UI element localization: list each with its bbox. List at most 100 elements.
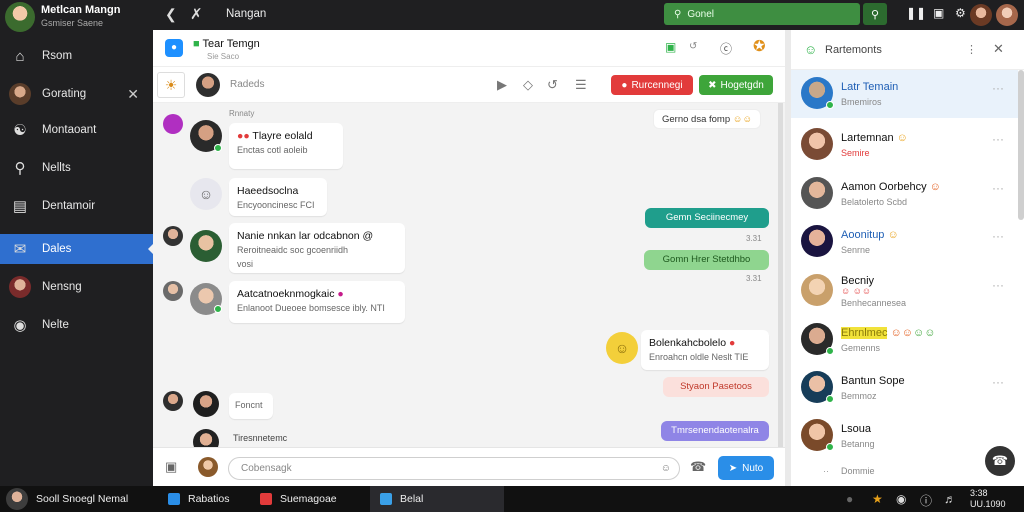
avatar bbox=[163, 391, 183, 411]
composer: ▣ Cobensagk ☺ ☎ ➤ Nuto bbox=[153, 447, 785, 486]
network-icon[interactable]: ◉ bbox=[896, 492, 906, 506]
attach-icon[interactable]: ▣ bbox=[165, 459, 177, 475]
pin-icon[interactable]: ↺ bbox=[689, 41, 697, 52]
clock[interactable]: 3:38 UU.1090 bbox=[970, 488, 1006, 510]
star-icon[interactable]: ✪ bbox=[753, 37, 766, 55]
back-arrow-icon[interactable]: ❮ bbox=[165, 6, 177, 23]
contact-item[interactable]: Bantun Sope Bemmoz ··· bbox=[791, 364, 1018, 412]
message-bubble[interactable]: ●● Tlayre eolald Enctas cotl aoleib bbox=[229, 123, 343, 169]
contact-item[interactable]: Latr Temain Bmemiros ··· bbox=[791, 70, 1018, 118]
taskbar: Sooll Snoegl Nemal Rabatios Suemagoae Be… bbox=[0, 486, 1024, 512]
profile-header[interactable]: Metlcan Mangn Gsmiser Saene bbox=[0, 0, 153, 33]
message-bubble[interactable]: Bolenkahcbolelo ● Enroahcn oldle Neslt T… bbox=[641, 330, 769, 370]
search-icon: ⚲ bbox=[870, 8, 880, 21]
contact-item[interactable]: Aoonitup ☺ Senrne ··· bbox=[791, 218, 1018, 266]
sidebar-item-documents[interactable]: ▤ Dentamoir bbox=[0, 191, 153, 221]
contact-item[interactable]: Aamon Oorbehcy ☺ Belatolerto Scbd ··· bbox=[791, 170, 1018, 218]
more-icon[interactable]: ··· bbox=[992, 181, 1004, 195]
message-text: Reroitneaidc soc gcoenriidh bbox=[237, 245, 349, 255]
message-bubble[interactable]: Foncnt bbox=[229, 393, 273, 419]
taskbar-app-active[interactable]: Belal bbox=[370, 486, 504, 512]
taskbar-app[interactable]: Suemagoae bbox=[252, 486, 364, 512]
notification-icon[interactable]: ★ bbox=[872, 492, 883, 506]
avatar[interactable] bbox=[970, 4, 992, 26]
message-bubble[interactable]: Aatcatnoeknmogkaic ● Enlanoot Dueoee bom… bbox=[229, 281, 405, 323]
search-input[interactable]: ⚲ Gonel bbox=[664, 3, 860, 25]
share-icon[interactable]: ↺ bbox=[547, 77, 558, 93]
emoji-icon[interactable]: ☺ bbox=[661, 458, 671, 479]
close-icon[interactable]: ✕ bbox=[127, 86, 139, 103]
conversation-label: Radeds bbox=[230, 79, 265, 90]
green-action-button[interactable]: ✖ Hogetgdn bbox=[699, 75, 773, 95]
contact-item[interactable]: Lsoua Betanng bbox=[791, 412, 1018, 460]
red-action-button[interactable]: ● Rurcennegi bbox=[611, 75, 693, 95]
sidebar-item-label: Rsom bbox=[42, 50, 73, 62]
sidebar-item-home[interactable]: ⌂ Rsom bbox=[0, 41, 153, 71]
options-icon[interactable]: ☰ bbox=[575, 77, 587, 93]
contacts-icon: ☺ bbox=[804, 42, 818, 57]
mail-icon: ✉ bbox=[13, 241, 27, 258]
sidebar-item-mail[interactable]: ✉ Dales bbox=[0, 234, 154, 264]
search-text: Gonel bbox=[687, 8, 715, 20]
sidebar-item-stats[interactable]: ☯ Montaoant bbox=[0, 115, 153, 145]
clock-date: UU.1090 bbox=[970, 499, 1006, 509]
close-icon[interactable]: ✗ bbox=[190, 5, 203, 23]
message-input[interactable]: Cobensagk ☺ bbox=[228, 457, 680, 480]
search-button[interactable]: ⚲ bbox=[863, 3, 887, 25]
more-icon[interactable]: ··· bbox=[992, 375, 1004, 389]
info-icon[interactable]: ⓒ bbox=[720, 40, 732, 57]
contact-status: Dommie bbox=[841, 466, 875, 476]
sticker-thumbnail[interactable]: ☀ bbox=[157, 72, 185, 98]
sidebar-item-contacts[interactable]: Gorating ✕ bbox=[0, 79, 153, 109]
circle-icon: ◉ bbox=[13, 317, 27, 334]
avatar[interactable] bbox=[196, 73, 220, 97]
outgoing-message[interactable]: Gomn Hrer Stetdhbo bbox=[644, 250, 769, 270]
taskbar-app[interactable]: Rabatios bbox=[160, 486, 250, 512]
outgoing-message[interactable]: Tmrsenendaotenalra bbox=[661, 421, 769, 441]
volume-icon[interactable]: ♬ bbox=[944, 492, 956, 506]
more-icon[interactable]: ··· bbox=[992, 132, 1004, 146]
message-bubble[interactable]: Nanie nnkan lar odcabnon @ Reroitneaidc … bbox=[229, 223, 405, 273]
close-icon[interactable]: ✕ bbox=[993, 41, 1004, 57]
contact-item[interactable]: ·· Dommie bbox=[791, 458, 1018, 484]
help-icon[interactable]: ⓘ bbox=[920, 492, 932, 509]
avatar bbox=[5, 1, 35, 32]
avatar[interactable] bbox=[996, 4, 1018, 26]
tray-icon[interactable]: ● bbox=[846, 492, 853, 506]
contact-item[interactable]: Lartemnan ☺ Semire ··· bbox=[791, 121, 1018, 169]
contact-item[interactable]: Ehrnlmec ☺☺☺☺ Gemenns bbox=[791, 316, 1018, 364]
app-window: Metlcan Mangn Gsmiser Saene ⌂ Rsom Gorat… bbox=[0, 0, 1024, 512]
contacts-header: ☺ Rartemonts ⋮ ✕ bbox=[791, 30, 1024, 70]
more-icon[interactable]: ··· bbox=[992, 278, 1004, 292]
chat-bubble-icon[interactable]: ☎ bbox=[985, 446, 1015, 476]
pause-icon[interactable]: ❚❚ bbox=[906, 6, 926, 20]
mic-icon[interactable]: ☎ bbox=[690, 459, 706, 475]
message-bubble[interactable]: Haeedsoclna Encyooncinesc FCI bbox=[229, 178, 327, 216]
options-icon[interactable]: ⋮ bbox=[966, 43, 977, 56]
scrollbar[interactable] bbox=[1018, 70, 1024, 220]
outgoing-message[interactable]: Gemn Seciinecmey bbox=[645, 208, 769, 228]
contact-status: Bemmoz bbox=[841, 391, 877, 401]
settings-icon[interactable]: ⚙ bbox=[955, 6, 966, 20]
sidebar-item-label: Nensng bbox=[42, 281, 82, 293]
contact-item[interactable]: Becniy ☺ ☺☺ Benhecannesea ··· bbox=[791, 267, 1018, 315]
outgoing-message[interactable]: Styaon Pasetoos bbox=[663, 377, 769, 397]
sidebar-item-notes[interactable]: ◉ Nelte bbox=[0, 310, 153, 340]
video-icon[interactable]: ▣ bbox=[665, 40, 676, 54]
avatar bbox=[801, 177, 833, 209]
scrollbar[interactable] bbox=[778, 103, 783, 447]
message-text: Foncnt bbox=[235, 400, 263, 410]
file-icon[interactable]: ◇ bbox=[523, 77, 533, 93]
more-icon[interactable]: ··· bbox=[992, 81, 1004, 95]
sidebar-item-keys[interactable]: ⚲ Nellts bbox=[0, 153, 153, 183]
taskbar-user[interactable]: Sooll Snoegl Nemal bbox=[6, 486, 128, 512]
avatar bbox=[163, 226, 183, 246]
message-text: Enctas cotl aoleib bbox=[237, 145, 308, 155]
sidebar-item-people[interactable]: Nensng bbox=[0, 272, 153, 302]
contact-name: Lartemnan ☺ bbox=[841, 132, 908, 144]
send-button[interactable]: ➤ Nuto bbox=[718, 456, 774, 480]
window-icon[interactable]: ▣ bbox=[933, 6, 944, 20]
more-icon[interactable]: ··· bbox=[992, 229, 1004, 243]
play-icon[interactable]: ▶ bbox=[497, 77, 507, 93]
conversation-toolbar: ☀ Radeds ▶ ◇ ↺ ☰ ● Rurcennegi ✖ Hogetgdn bbox=[153, 67, 785, 103]
